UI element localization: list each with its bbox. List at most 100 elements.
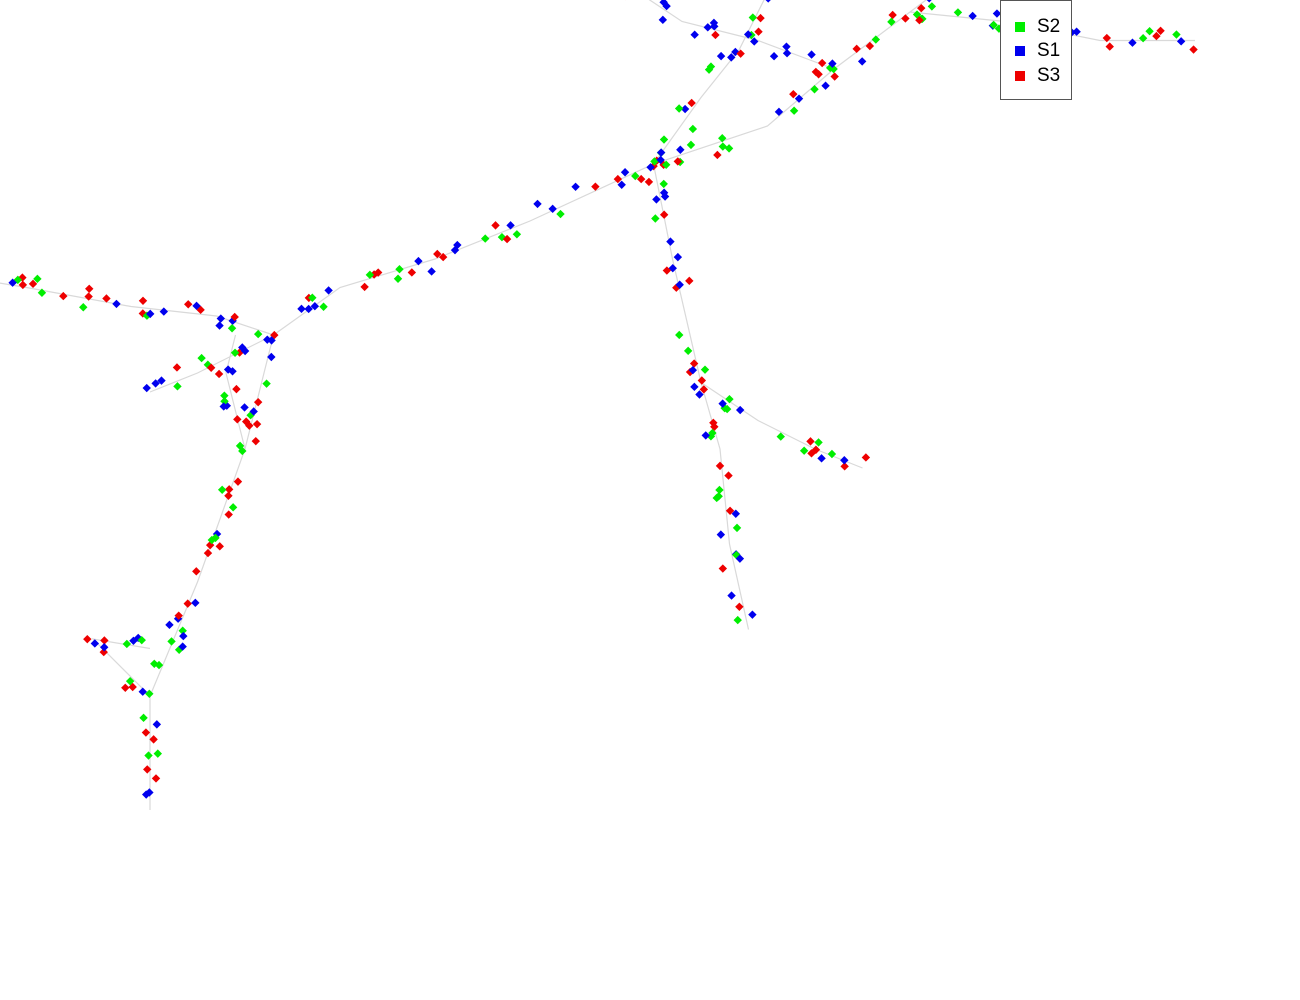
point-s3-171 <box>172 363 182 372</box>
point-s3-244 <box>754 27 763 36</box>
point-s1-21 <box>191 598 200 608</box>
point-s3-104 <box>789 89 798 99</box>
point-s2-145 <box>79 303 88 312</box>
point-s1-132 <box>215 321 224 330</box>
point-s2-174 <box>887 17 896 27</box>
point-s2-33 <box>217 485 227 495</box>
point-s3-93 <box>713 150 722 160</box>
point-s2-287 <box>675 330 684 340</box>
point-s3-272 <box>644 177 654 187</box>
point-s2-89 <box>718 142 728 151</box>
tree-edge-0 <box>149 68 835 810</box>
edge-layer <box>0 0 1195 810</box>
point-s1-106 <box>138 687 147 696</box>
point-s2-69 <box>481 234 490 243</box>
point-s1-39 <box>240 403 249 412</box>
point-s3-112 <box>121 683 130 692</box>
point-s1-313 <box>727 591 736 600</box>
point-s1-142 <box>159 307 169 316</box>
point-s1-95 <box>676 145 685 154</box>
point-s3-25 <box>224 510 233 519</box>
point-s2-90 <box>718 134 727 143</box>
point-s2-208 <box>927 2 937 11</box>
point-s3-64 <box>491 221 500 230</box>
point-s3-172 <box>888 10 897 20</box>
point-s3-233 <box>1105 42 1114 51</box>
point-s1-177 <box>857 57 867 66</box>
point-s1-348 <box>765 0 771 3</box>
point-s2-325 <box>814 438 823 447</box>
tree-edge-7 <box>648 0 835 70</box>
point-s1-70 <box>506 221 515 230</box>
legend-item-s3: S3 <box>1015 65 1060 87</box>
point-s2-37 <box>262 379 271 388</box>
point-s3-173 <box>901 14 910 23</box>
point-s2-47 <box>319 302 328 311</box>
point-s3-17 <box>183 599 192 608</box>
point-s1-85 <box>571 182 580 191</box>
point-s2-73 <box>512 230 522 239</box>
point-s2-275 <box>651 214 660 223</box>
point-s2-338 <box>674 104 684 113</box>
point-s2-290 <box>700 365 710 374</box>
point-s2-227 <box>1138 33 1148 43</box>
point-s3-34 <box>224 491 233 500</box>
point-s1-135 <box>216 314 226 323</box>
point-s1-242 <box>769 52 779 61</box>
point-s3-274 <box>659 210 669 219</box>
point-s3-310 <box>718 564 728 573</box>
tree-edge-9 <box>700 382 863 469</box>
point-s1-108 <box>90 639 100 648</box>
point-s1-306 <box>716 530 726 539</box>
point-s1-241 <box>807 50 816 59</box>
point-s2-7 <box>144 751 153 760</box>
point-s1-243 <box>690 30 699 39</box>
point-s3-4 <box>151 774 161 783</box>
point-s2-282 <box>683 346 693 356</box>
point-s1-329 <box>817 454 826 463</box>
point-s2-333 <box>659 135 669 144</box>
point-s2-273 <box>659 179 668 189</box>
point-s2-324 <box>799 446 809 455</box>
trajectory-scatter-plot <box>0 0 1198 810</box>
point-s2-58 <box>395 264 404 274</box>
point-s1-105 <box>821 81 830 90</box>
point-s2-77 <box>556 209 565 219</box>
point-s3-315 <box>697 376 707 385</box>
point-s3-143 <box>184 300 193 309</box>
legend-label-s2: S2 <box>1037 16 1061 37</box>
legend-item-s2: S2 <box>1015 16 1060 38</box>
point-s3-55 <box>360 282 369 292</box>
point-s1-18 <box>179 631 188 641</box>
point-s1-343 <box>716 51 726 61</box>
point-s2-334 <box>688 124 698 134</box>
point-s3-126 <box>214 369 224 379</box>
point-s2-61 <box>393 274 403 283</box>
point-s3-120 <box>232 384 241 394</box>
point-s3-45 <box>252 419 262 429</box>
point-s1-331 <box>840 456 849 465</box>
point-s1-84 <box>533 199 542 209</box>
point-s1-307 <box>748 610 757 619</box>
point-s2-346 <box>748 13 758 22</box>
point-s1-147 <box>112 299 121 309</box>
point-s3-245 <box>711 30 720 40</box>
point-s3-234 <box>1189 45 1198 54</box>
point-s3-349 <box>756 13 765 23</box>
point-s2-87 <box>686 140 696 150</box>
point-s3-27 <box>215 542 224 551</box>
point-s3-123 <box>233 415 242 424</box>
point-s1-170 <box>142 383 151 393</box>
point-s3-57 <box>407 268 417 277</box>
point-s2-100 <box>810 85 819 94</box>
point-s1-283 <box>690 382 699 392</box>
point-s1-277 <box>652 195 661 204</box>
point-s1-253 <box>658 15 668 25</box>
point-s3-327 <box>861 453 871 462</box>
point-s3-178 <box>852 44 861 54</box>
point-s3-24 <box>203 548 213 558</box>
point-s1-102 <box>774 107 784 117</box>
point-s1-56 <box>414 256 423 266</box>
point-s2-305 <box>732 523 742 533</box>
point-s3-138 <box>138 296 148 305</box>
